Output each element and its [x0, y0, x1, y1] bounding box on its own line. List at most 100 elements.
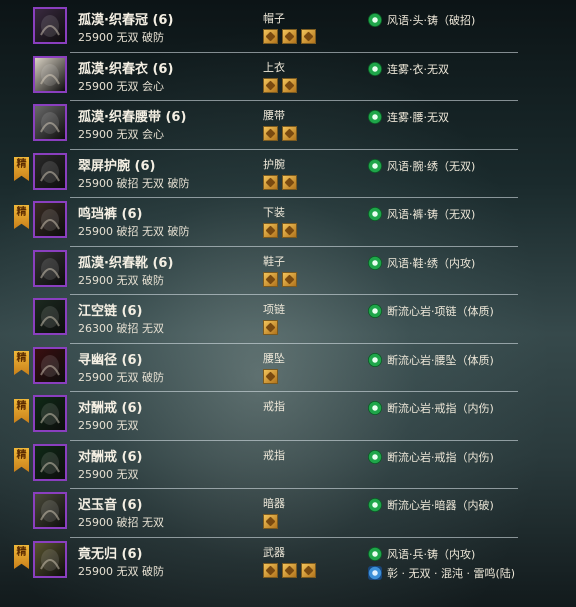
boots-icon[interactable] [33, 250, 67, 287]
item-stats: 25900 无双 [78, 419, 139, 432]
gem-socket-icon[interactable] [282, 175, 297, 190]
equipment-row[interactable]: 精 对酬戒 (6) 25900 无双 戒指 断流心岩·戒指（内伤) [0, 441, 576, 489]
gem-socket-icon[interactable] [282, 563, 297, 578]
equipment-row[interactable]: 孤漠·织春腰带 (6) 25900 无双 会心 腰带 连雾·腰·无双 [0, 101, 576, 149]
item-name: 翠屏护腕 (6) [78, 159, 156, 174]
gem-socket-icon[interactable] [263, 78, 278, 93]
item-name: 孤漠·织春冠 (6) [78, 13, 174, 28]
equipment-row[interactable]: 孤漠·织春冠 (6) 25900 无双 破防 帽子 风语·头·铸（破招) [0, 4, 576, 52]
enchant[interactable]: 风语·鞋·绣（内攻) [368, 255, 475, 270]
ring-icon[interactable] [33, 395, 67, 432]
item-name: 孤漠·织春腰带 (6) [78, 110, 187, 125]
enchant-text: 风语·头·铸（破招) [387, 13, 476, 27]
enchant-text: 连雾·衣·无双 [387, 62, 449, 76]
refine-tag: 精 [14, 399, 29, 423]
gem-socket-icon[interactable] [282, 29, 297, 44]
enchant-text: 风语·兵·铸（内攻) [387, 547, 476, 561]
enchant-icon [368, 109, 382, 124]
gem-socket-icon[interactable] [263, 175, 278, 190]
enchant[interactable]: 连雾·衣·无双 [368, 61, 449, 76]
equipment-row[interactable]: 精 寻幽径 (6) 25900 无双 破防 腰坠 断流心岩·腰坠（体质) [0, 344, 576, 392]
item-name: 对酬戒 (6) [78, 401, 143, 416]
enchant-icon [368, 303, 382, 318]
gem-socket-icon[interactable] [282, 126, 297, 141]
gem-sockets [263, 29, 316, 44]
robe-icon[interactable] [33, 56, 67, 93]
enchant[interactable]: 风语·腕·绣（无双) [368, 158, 475, 173]
gem-socket-icon[interactable] [263, 320, 278, 335]
enchant-icon [368, 61, 382, 76]
gem-socket-icon[interactable] [282, 272, 297, 287]
enchant[interactable]: 断流心岩·腰坠（体质) [368, 352, 494, 367]
gem-socket-icon[interactable] [263, 126, 278, 141]
necklace-icon[interactable] [33, 298, 67, 335]
gem-sockets [263, 175, 297, 190]
item-name: 孤漠·织春靴 (6) [78, 256, 174, 271]
equipment-row[interactable]: 孤漠·织春衣 (6) 25900 无双 会心 上衣 连雾·衣·无双 [0, 53, 576, 101]
pendant-icon[interactable] [33, 347, 67, 384]
enchant-text: 断流心岩·腰坠（体质) [387, 353, 494, 367]
item-slot: 护腕 [263, 158, 285, 171]
enchant[interactable]: 断流心岩·项链（体质) [368, 303, 494, 318]
gem-sockets [263, 369, 278, 384]
equipment-row[interactable]: 孤漠·织春靴 (6) 25900 无双 破防 鞋子 风语·鞋·绣（内攻) [0, 247, 576, 295]
item-slot: 帽子 [263, 12, 285, 25]
enchant[interactable]: 风语·兵·铸（内攻) [368, 546, 475, 561]
equipment-row[interactable]: 迟玉音 (6) 25900 破招 无双 暗器 断流心岩·暗器（内破) [0, 489, 576, 537]
gem-socket-icon[interactable] [263, 563, 278, 578]
belt-icon[interactable] [33, 104, 67, 141]
bracer-icon[interactable] [33, 153, 67, 190]
equipment-row[interactable]: 精 竟无归 (6) 25900 无双 破防 武器 风语·兵·铸（内攻) 彰 · 无双 · … [0, 538, 576, 586]
pants-icon[interactable] [33, 201, 67, 238]
enchant-text: 风语·腕·绣（无双) [387, 159, 476, 173]
enchant[interactable]: 断流心岩·戒指（内伤) [368, 400, 494, 415]
item-slot: 腰坠 [263, 352, 285, 365]
gem-socket-icon[interactable] [282, 223, 297, 238]
item-stats: 25900 无双 破防 [78, 274, 164, 287]
enchant[interactable]: 断流心岩·戒指（内伤) [368, 449, 494, 464]
enchant[interactable]: 风语·头·铸（破招) [368, 12, 475, 27]
gem-socket-icon[interactable] [282, 78, 297, 93]
enchant[interactable]: 风语·裤·铸（无双) [368, 206, 475, 221]
refine-tag: 精 [14, 351, 29, 375]
equipment-row[interactable]: 江空链 (6) 26300 破招 无双 项链 断流心岩·项链（体质) [0, 295, 576, 343]
hidden-weapon-icon[interactable] [33, 492, 67, 529]
item-stats: 25900 破招 无双 [78, 516, 164, 529]
refine-tag: 精 [14, 448, 29, 472]
item-slot: 下装 [263, 206, 285, 219]
enchant-icon [368, 158, 382, 173]
enchant-text: 连雾·腰·无双 [387, 110, 449, 124]
gem-socket-icon[interactable] [301, 563, 316, 578]
item-slot: 暗器 [263, 497, 285, 510]
item-name: 鸣珰裤 (6) [78, 207, 143, 222]
hat-icon[interactable] [33, 7, 67, 44]
gem-sockets [263, 272, 297, 287]
enchant-icon [368, 449, 382, 464]
enchant[interactable]: 断流心岩·暗器（内破) [368, 497, 494, 512]
gem-socket-icon[interactable] [263, 514, 278, 529]
weapon-icon[interactable] [33, 541, 67, 578]
refine-tag: 精 [14, 545, 29, 569]
gem-sockets [263, 126, 297, 141]
gem-socket-icon[interactable] [263, 223, 278, 238]
item-slot: 腰带 [263, 109, 285, 122]
item-stats: 25900 破招 无双 破防 [78, 225, 190, 238]
equipment-row[interactable]: 精 翠屏护腕 (6) 25900 破招 无双 破防 护腕 风语·腕·绣（无双) [0, 150, 576, 198]
enchant-icon [368, 400, 382, 415]
gem-socket-icon[interactable] [263, 369, 278, 384]
enchant[interactable]: 彰 · 无双 · 混沌 · 雷鸣(陆) [368, 565, 515, 580]
item-name: 竟无归 (6) [78, 547, 143, 562]
gem-socket-icon[interactable] [301, 29, 316, 44]
item-slot: 戒指 [263, 400, 285, 413]
ring-icon[interactable] [33, 444, 67, 481]
enchant-text: 断流心岩·戒指（内伤) [387, 401, 494, 415]
enchant[interactable]: 连雾·腰·无双 [368, 109, 449, 124]
item-stats: 25900 破招 无双 破防 [78, 177, 190, 190]
item-stats: 25900 无双 会心 [78, 128, 164, 141]
equipment-row[interactable]: 精 鸣珰裤 (6) 25900 破招 无双 破防 下装 风语·裤·铸（无双) [0, 198, 576, 246]
item-name: 江空链 (6) [78, 304, 143, 319]
equipment-row[interactable]: 精 对酬戒 (6) 25900 无双 戒指 断流心岩·戒指（内伤) [0, 392, 576, 440]
enchant-icon [368, 497, 382, 512]
gem-socket-icon[interactable] [263, 29, 278, 44]
gem-socket-icon[interactable] [263, 272, 278, 287]
